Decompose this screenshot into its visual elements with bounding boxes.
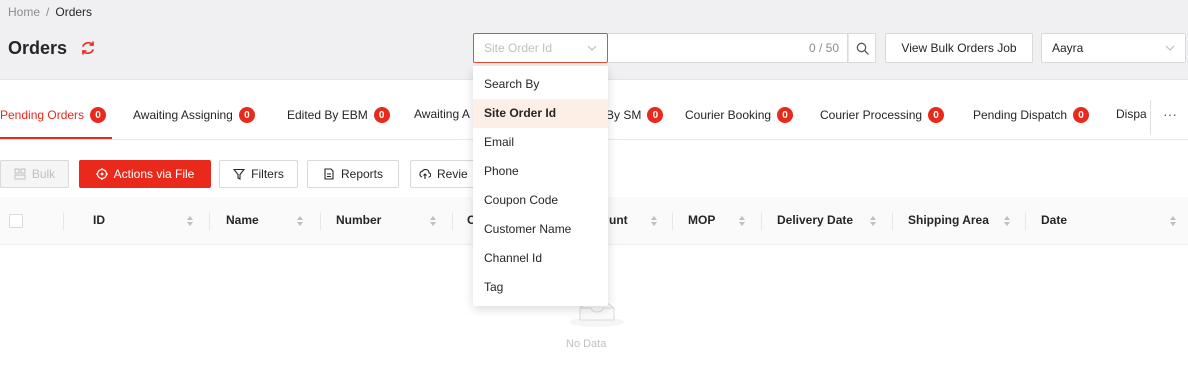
search-char-counter: 0 / 50 — [808, 41, 839, 55]
dropdown-option-site-order-id[interactable]: Site Order Id — [473, 99, 608, 128]
column-header-date[interactable]: Date — [1041, 213, 1067, 227]
column-divider — [672, 212, 673, 230]
column-header-shipping-area[interactable]: Shipping Area — [908, 213, 989, 227]
tab-label: Dispa — [1116, 107, 1147, 121]
tab-dispatched[interactable]: Dispa — [1116, 107, 1147, 121]
tab-pending-orders[interactable]: Pending Orders 0 — [0, 107, 107, 123]
tabs-divider — [1150, 100, 1151, 134]
count-badge: 0 — [373, 107, 390, 123]
column-divider — [320, 212, 321, 230]
search-input[interactable]: 0 / 50 — [608, 33, 848, 63]
bulk-button[interactable]: Bulk — [0, 160, 69, 188]
sort-icon[interactable] — [650, 214, 658, 228]
dropdown-option-phone[interactable]: Phone — [473, 157, 608, 186]
tab-label: By SM — [606, 108, 642, 122]
search-type-dropdown: Search By Site Order Id Email Phone Coup… — [473, 66, 608, 306]
tab-label: Pending Orders — [0, 108, 85, 122]
dropdown-option-tag[interactable]: Tag — [473, 273, 608, 302]
order-search-group: Site Order Id 0 / 50 — [473, 33, 876, 63]
select-all-checkbox[interactable] — [9, 214, 23, 228]
breadcrumb-separator: / — [46, 5, 50, 19]
report-icon — [324, 168, 334, 180]
count-badge: 0 — [647, 107, 664, 123]
count-badge: 0 — [777, 107, 794, 123]
tab-pending-dispatch[interactable]: Pending Dispatch 0 — [973, 107, 1090, 123]
tab-awaiting-assigning[interactable]: Awaiting Assigning 0 — [133, 107, 255, 123]
more-icon[interactable]: ··· — [1163, 106, 1177, 122]
sort-icon[interactable] — [429, 214, 437, 228]
bulk-icon — [14, 168, 26, 180]
reports-button[interactable]: Reports — [307, 160, 399, 188]
column-divider — [63, 212, 64, 230]
column-header-delivery-date[interactable]: Delivery Date — [777, 213, 853, 227]
column-divider — [761, 212, 762, 230]
count-badge: 0 — [90, 107, 107, 123]
refresh-icon[interactable] — [80, 40, 96, 56]
target-icon — [95, 168, 108, 180]
bulk-label: Bulk — [31, 167, 56, 181]
column-divider — [209, 212, 210, 230]
column-header-number[interactable]: Number — [336, 213, 381, 227]
page-title: Orders — [8, 38, 68, 58]
sort-icon[interactable] — [1169, 214, 1177, 228]
tab-label: Courier Booking — [685, 108, 772, 122]
breadcrumb-home[interactable]: Home — [8, 5, 40, 19]
tab-courier-booking[interactable]: Courier Booking 0 — [685, 107, 794, 123]
count-badge: 0 — [238, 107, 255, 123]
reports-label: Reports — [340, 167, 384, 181]
sort-icon[interactable] — [1003, 214, 1011, 228]
sort-icon[interactable] — [738, 214, 746, 228]
breadcrumb: Home / Orders — [8, 5, 92, 19]
sort-icon[interactable] — [296, 214, 304, 228]
filter-icon — [233, 168, 246, 180]
dropdown-option-channel-id[interactable]: Channel Id — [473, 244, 608, 273]
count-badge: 0 — [1073, 107, 1090, 123]
chevron-down-icon — [1165, 45, 1175, 51]
column-header-mop[interactable]: MOP — [688, 213, 715, 227]
tab-by-sm[interactable]: By SM 0 — [606, 107, 664, 123]
count-badge: 0 — [928, 107, 945, 123]
column-divider — [452, 212, 453, 230]
dropdown-option-search-by[interactable]: Search By — [473, 70, 608, 99]
search-icon — [856, 42, 869, 55]
column-divider — [892, 212, 893, 230]
breadcrumb-current: Orders — [55, 5, 93, 19]
account-select[interactable]: Aayra — [1041, 33, 1186, 63]
empty-state-text: No Data — [566, 338, 607, 350]
sort-icon[interactable] — [186, 214, 194, 228]
column-header-amount[interactable]: unt — [609, 213, 628, 227]
filters-label: Filters — [251, 167, 284, 181]
search-button[interactable] — [848, 33, 876, 63]
account-select-value: Aayra — [1052, 41, 1084, 55]
chevron-down-icon — [587, 45, 597, 51]
tab-label: Awaiting A — [414, 107, 470, 121]
actions-via-file-button[interactable]: Actions via File — [79, 160, 211, 188]
sort-icon[interactable] — [869, 214, 877, 228]
upload-cloud-icon — [419, 169, 431, 179]
tab-awaiting-approval[interactable]: Awaiting A — [414, 107, 470, 121]
view-bulk-orders-job-button[interactable]: View Bulk Orders Job — [885, 33, 1033, 63]
column-header-name[interactable]: Name — [226, 213, 259, 227]
tab-label: Edited By EBM — [287, 108, 368, 122]
column-divider — [1025, 212, 1026, 230]
tab-label: Awaiting Assigning — [133, 108, 233, 122]
tab-edited-by-ebm[interactable]: Edited By EBM 0 — [287, 107, 390, 123]
tab-label: Courier Processing — [820, 108, 923, 122]
column-header-id[interactable]: ID — [93, 213, 105, 227]
filters-button[interactable]: Filters — [219, 160, 298, 188]
tab-courier-processing[interactable]: Courier Processing 0 — [820, 107, 945, 123]
actions-via-file-label: Actions via File — [113, 167, 195, 181]
dropdown-option-customer-name[interactable]: Customer Name — [473, 215, 608, 244]
review-label: Revie — [437, 167, 468, 181]
active-tab-indicator — [0, 137, 112, 139]
tab-label: Pending Dispatch — [973, 108, 1068, 122]
dropdown-option-email[interactable]: Email — [473, 128, 608, 157]
search-type-select[interactable]: Site Order Id — [473, 33, 608, 63]
dropdown-option-coupon-code[interactable]: Coupon Code — [473, 186, 608, 215]
search-type-placeholder: Site Order Id — [484, 41, 553, 55]
